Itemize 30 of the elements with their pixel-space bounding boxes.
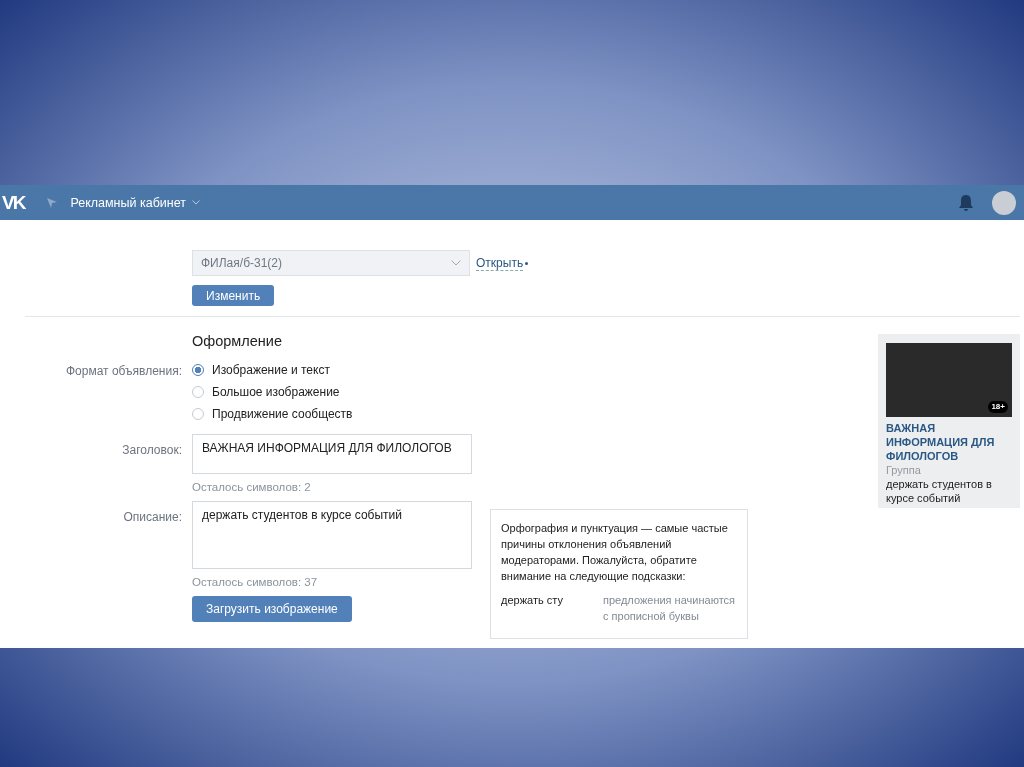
- open-link[interactable]: Открыть: [476, 255, 524, 271]
- cabinet-menu[interactable]: Рекламный кабинет: [70, 195, 186, 210]
- description-label: Описание:: [122, 509, 182, 526]
- description-field[interactable]: держать студентов в курсе событий: [192, 501, 472, 569]
- remaining-count: Осталось символов: 2: [192, 480, 312, 495]
- section-heading: Оформление: [192, 333, 283, 351]
- logo[interactable]: VK: [2, 191, 25, 214]
- avatar[interactable]: [992, 190, 1016, 215]
- upload-button[interactable]: Загрузить изображение: [192, 596, 352, 622]
- pointer-icon: [46, 196, 59, 209]
- hint-text: Орфография и пунктуация — самые частые причины отклонения объявлений модераторами. Пожалуйста, обратите внимание на следующие подсказки:: [501, 521, 729, 584]
- radio-option[interactable]: Большое изображение: [192, 385, 472, 399]
- remaining-count: Осталось символов: 37: [192, 575, 319, 590]
- flagged-word: держать сту: [501, 593, 564, 608]
- hint-advice: предложения начинаются с прописной буквы: [603, 593, 736, 624]
- dot-icon: [525, 261, 529, 265]
- ad-description: держать студентов в курсе событий: [886, 477, 993, 505]
- chevron-icon: [451, 260, 461, 266]
- radio-option[interactable]: Изображение и текст: [192, 363, 472, 377]
- format-label: Формат объявления:: [64, 363, 182, 380]
- ad-title[interactable]: ВАЖНАЯ ИНФОРМАЦИЯ ДЛЯ ФИЛОЛОГОВ: [886, 421, 1012, 463]
- caret-icon: [191, 200, 200, 205]
- ad-type: Группа: [886, 463, 922, 477]
- age-badge: 18+: [988, 401, 1008, 413]
- change-button[interactable]: Изменить: [192, 285, 275, 306]
- title-label: Заголовок:: [121, 442, 182, 459]
- bell-icon[interactable]: [958, 193, 974, 212]
- campaign-select[interactable]: ФИЛая/б-31(2): [192, 250, 470, 276]
- title-field[interactable]: ВАЖНАЯ ИНФОРМАЦИЯ ДЛЯ ФИЛОЛОГОВ: [192, 434, 472, 474]
- radio-option[interactable]: Продвижение сообществ: [192, 407, 472, 421]
